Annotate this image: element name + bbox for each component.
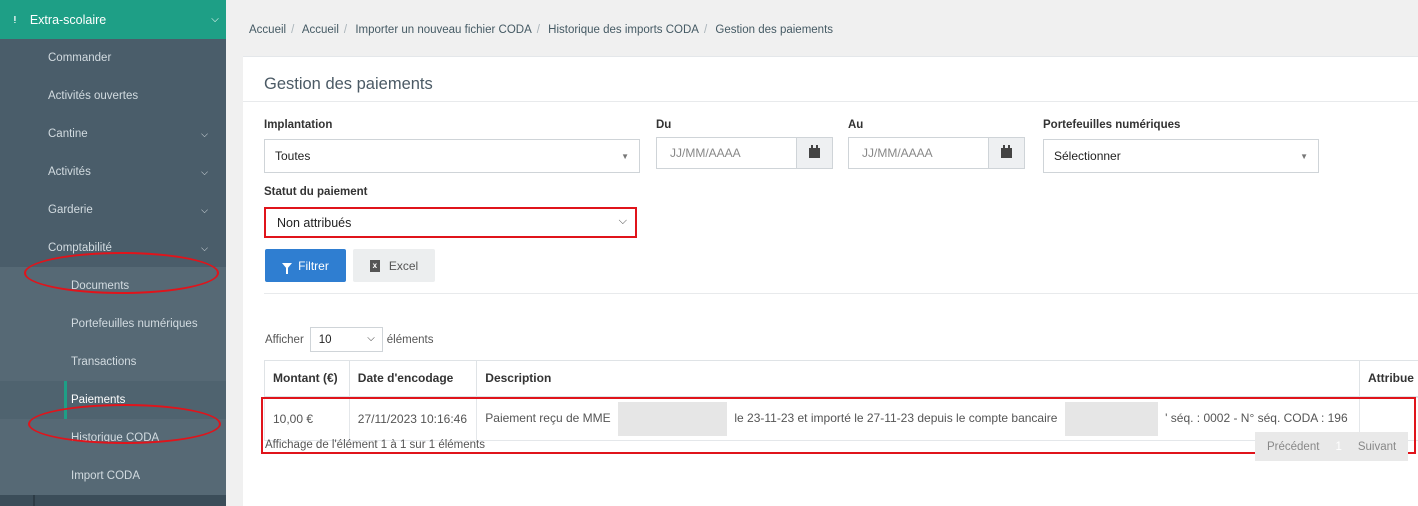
sidebar-section-title: Extra-scolaire (29, 12, 107, 27)
page-length-value: 10 (318, 333, 332, 346)
sidebar-item-activites[interactable]: Activités ⌵ (0, 153, 226, 191)
sidebar-subitem-label: Portefeuilles numériques (71, 318, 198, 330)
column-header-attribue[interactable]: Attribue (1358, 360, 1418, 398)
du-label: Du (656, 119, 672, 131)
sidebar-section-header[interactable]: ᵎ Extra-scolaire ⌵ (0, 0, 226, 39)
show-suffix: éléments (386, 333, 434, 346)
au-date-input[interactable]: JJ/MM/AAAA (848, 137, 1025, 169)
table-info: Affichage de l'élément 1 à 1 sur 1 éléme… (265, 439, 485, 451)
du-date-input[interactable]: JJ/MM/AAAA (656, 137, 833, 169)
sidebar-item-activites-ouvertes[interactable]: Activités ouvertes (0, 77, 226, 115)
chevron-down-icon: ⌵ (201, 166, 208, 177)
excel-button-label: Excel (388, 258, 419, 273)
breadcrumb-current: Gestion des paiements (715, 24, 834, 36)
page-title: Gestion des paiements (264, 75, 433, 93)
sidebar-subitem-transactions[interactable]: Transactions (0, 343, 226, 381)
portefeuilles-value: Sélectionner (1054, 149, 1121, 163)
column-header-date[interactable]: Date d'encodage (348, 360, 478, 398)
filter-button-label: Filtrer (298, 258, 329, 273)
breadcrumb-item[interactable]: Accueil (249, 24, 286, 36)
caret-down-icon: ▼ (1300, 152, 1308, 161)
sidebar-subitem-label: Import CODA (71, 470, 141, 482)
main-content: Accueil / Accueil / Importer un nouveau fi… (226, 0, 1418, 506)
implantation-select[interactable]: Toutes ▼ (264, 139, 640, 173)
sidebar-item-label: Activités ouvertes (48, 90, 139, 102)
pagination: Précédent 1 Suivant (1255, 432, 1409, 461)
statut-label: Statut du paiement (264, 186, 368, 198)
calendar-icon (1001, 145, 1012, 158)
calendar-button[interactable] (988, 138, 1024, 168)
sidebar-item-label: Garderie (48, 204, 93, 216)
column-header-description[interactable]: Description (476, 360, 1360, 398)
sidebar-item-garderie[interactable]: Garderie ⌵ (0, 191, 226, 229)
page-length-control: Afficher 10 ⌵ éléments (265, 327, 433, 352)
excel-button[interactable]: x Excel (353, 249, 435, 282)
chevron-down-icon: ⌵ (201, 242, 208, 253)
breadcrumb: Accueil / Accueil / Importer un nouveau fi… (249, 24, 834, 36)
sidebar-item-cantine[interactable]: Cantine ⌵ (0, 115, 226, 153)
filter-button[interactable]: Filtrer (265, 249, 346, 282)
au-date-placeholder: JJ/MM/AAAA (862, 146, 933, 160)
caret-down-icon: ▼ (621, 152, 629, 161)
pagination-next[interactable]: Suivant (1346, 432, 1408, 461)
sidebar-subitem-portefeuilles-numeriques[interactable]: Portefeuilles numériques (0, 305, 226, 343)
cutlery-icon: ᵎ (14, 12, 16, 27)
breadcrumb-item[interactable]: Accueil (302, 24, 339, 36)
portefeuilles-select[interactable]: Sélectionner ▼ (1043, 139, 1319, 173)
sidebar-item-label: Commander (48, 52, 112, 64)
calendar-button[interactable] (796, 138, 832, 168)
implantation-value: Toutes (275, 149, 311, 163)
page-length-select[interactable]: 10 ⌵ (309, 327, 383, 352)
portefeuilles-label: Portefeuilles numériques (1043, 119, 1181, 131)
chevron-down-icon: ⌵ (618, 215, 627, 227)
annotation-oval-comptabilite (24, 252, 219, 294)
sidebar-subitem-label: Transactions (71, 356, 137, 368)
column-header-montant[interactable]: Montant (€) (264, 360, 350, 398)
funnel-icon (282, 262, 293, 274)
sidebar-item-commander[interactable]: Commander (0, 39, 226, 77)
show-prefix: Afficher (265, 333, 304, 346)
chevron-down-icon: ⌵ (201, 204, 208, 215)
pagination-previous[interactable]: Précédent (1255, 432, 1331, 461)
chevron-down-icon: ⌵ (201, 128, 208, 139)
sidebar-item-label: Cantine (48, 128, 88, 140)
statut-value: Non attribués (277, 215, 352, 230)
calendar-icon (809, 145, 820, 158)
du-date-placeholder: JJ/MM/AAAA (670, 146, 741, 160)
statut-select[interactable]: Non attribués ⌵ (264, 207, 637, 238)
breadcrumb-item[interactable]: Historique des imports CODA (548, 24, 699, 36)
pagination-current[interactable]: 1 (1331, 432, 1345, 461)
annotation-oval-paiements (28, 404, 221, 444)
chevron-down-icon: ⌵ (211, 14, 219, 25)
sidebar-item-label: Activités (48, 166, 91, 178)
implantation-label: Implantation (264, 119, 333, 131)
payments-panel: Gestion des paiements Implantation Toute… (243, 56, 1418, 506)
chevron-down-icon: ⌵ (367, 333, 375, 344)
au-label: Au (848, 119, 864, 131)
breadcrumb-item[interactable]: Importer un nouveau fichier CODA (355, 24, 531, 36)
sidebar-subitem-import-coda[interactable]: Import CODA (0, 457, 226, 495)
excel-file-icon: x (369, 259, 380, 272)
